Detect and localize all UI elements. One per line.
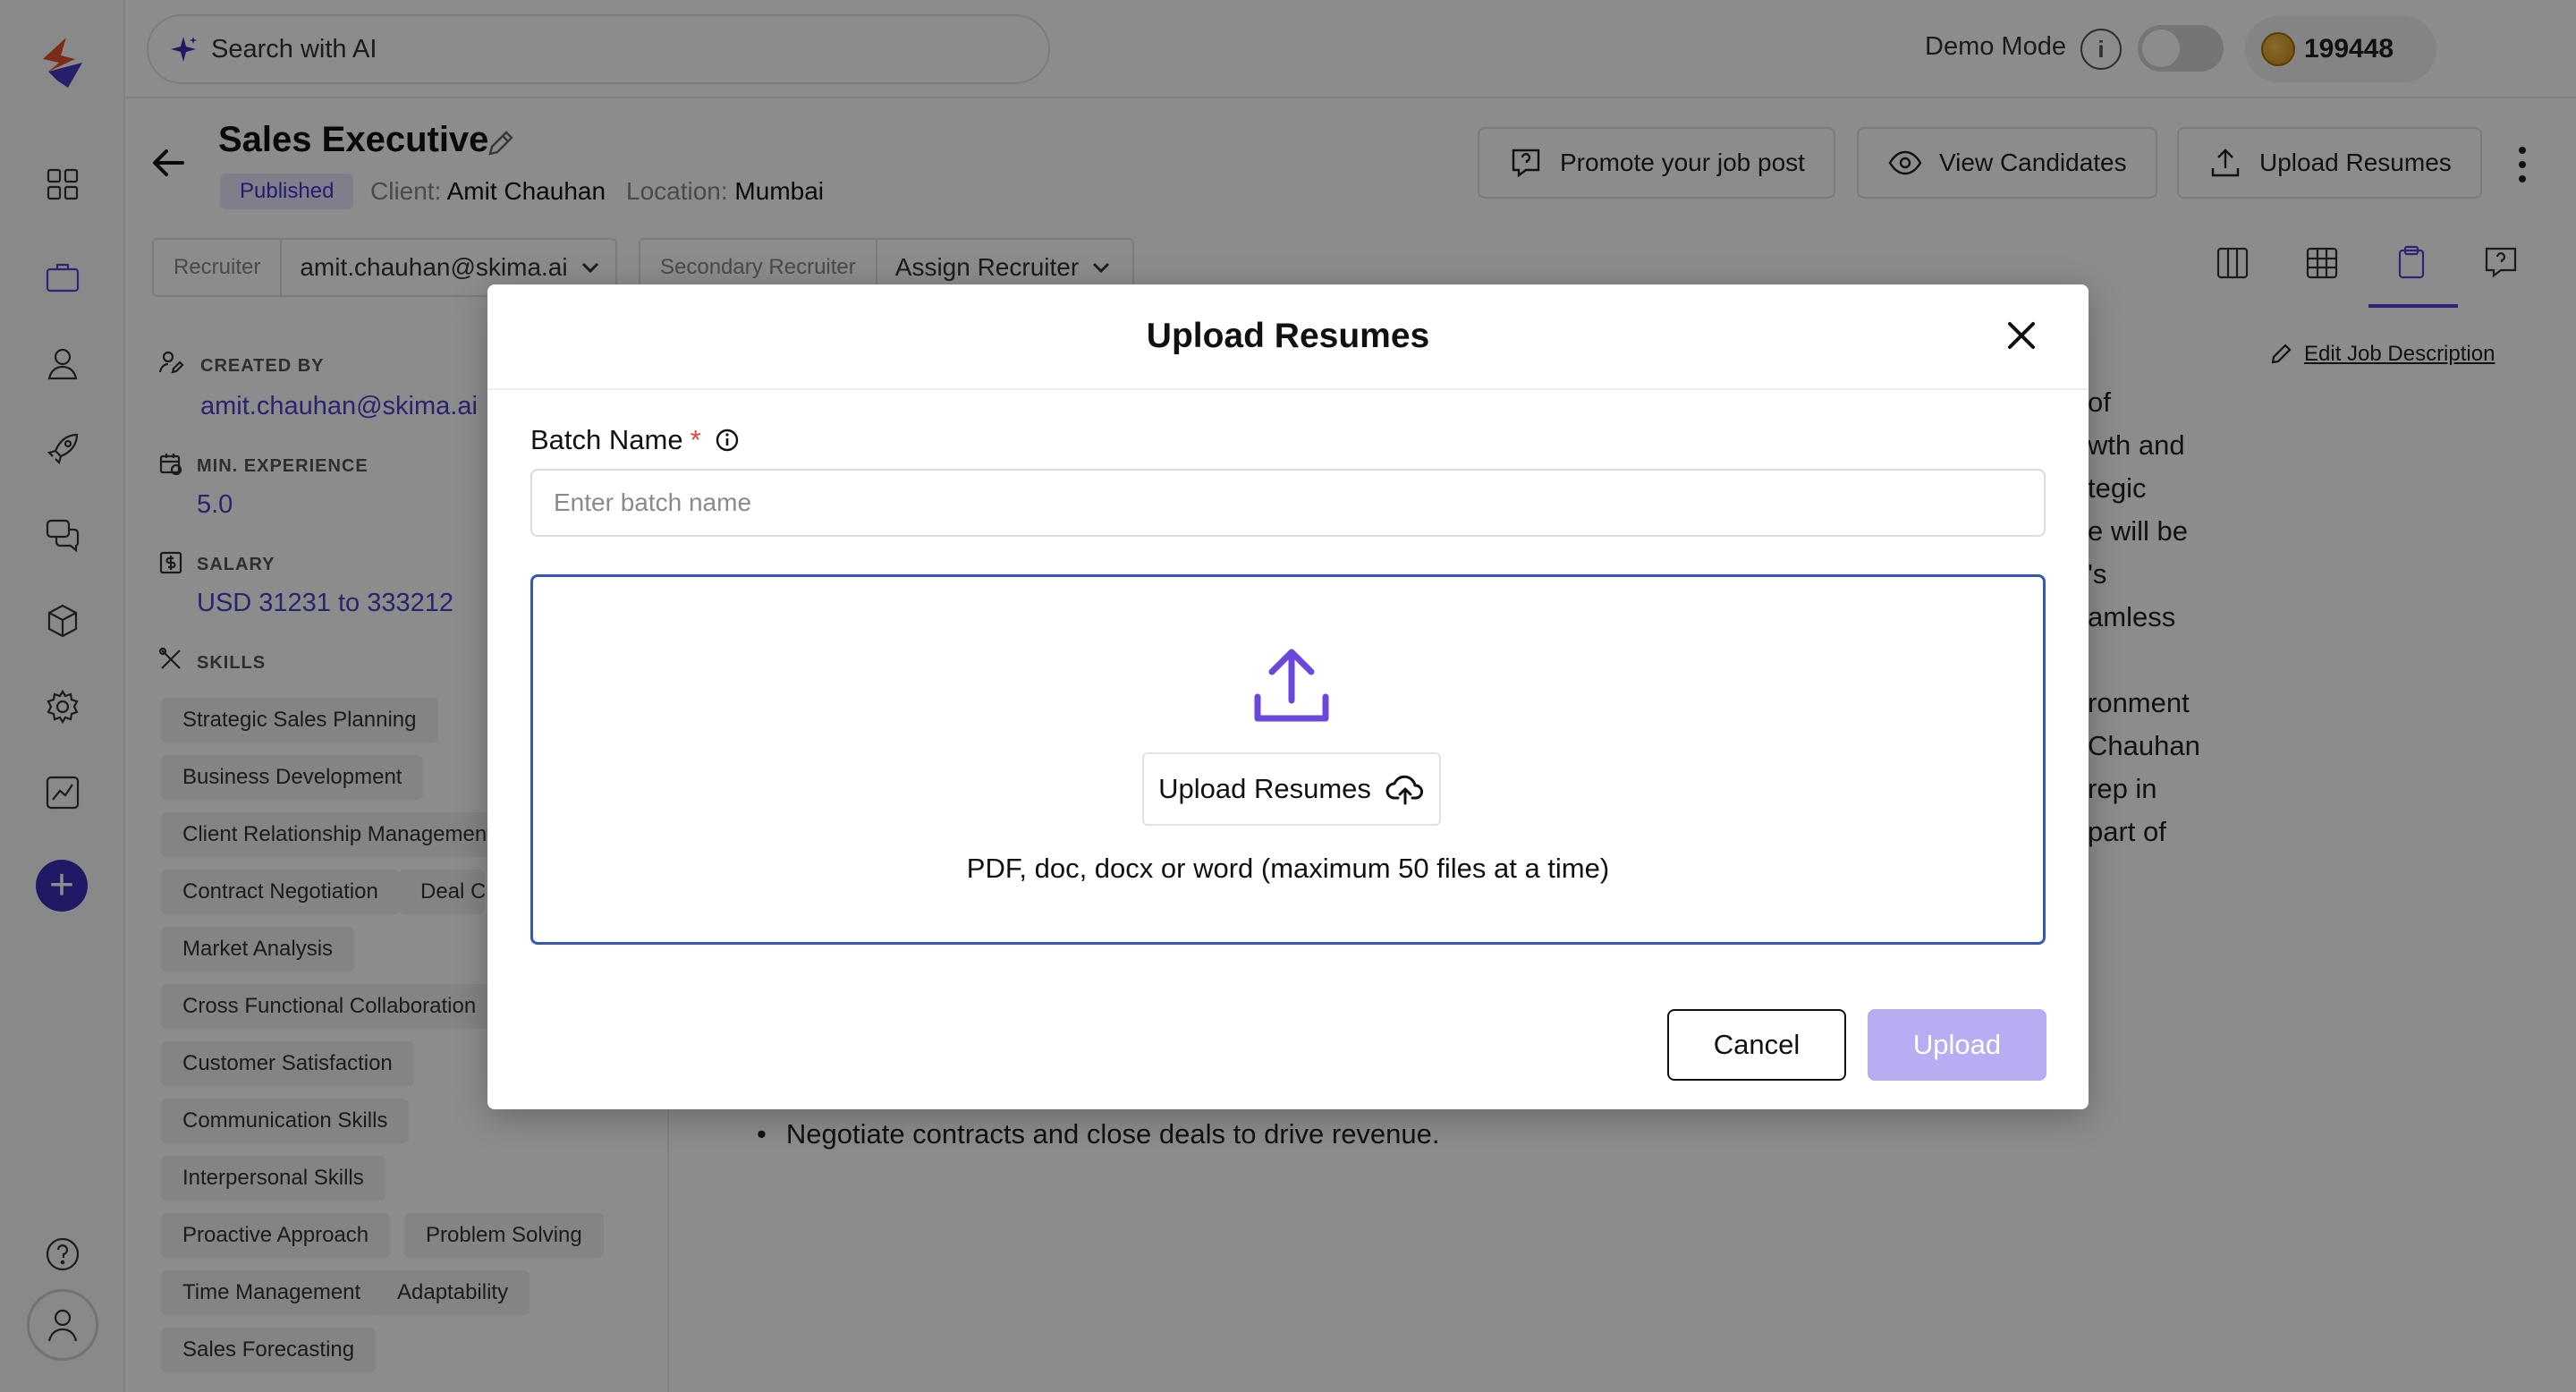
- required-asterisk: *: [690, 424, 701, 455]
- cancel-button[interactable]: Cancel: [1667, 1009, 1846, 1081]
- modal-title: Upload Resumes: [1146, 317, 1430, 355]
- batch-name-input[interactable]: [530, 469, 2046, 537]
- batch-name-label: Batch Name *: [530, 424, 741, 456]
- file-type-hint: PDF, doc, docx or word (maximum 50 files…: [966, 853, 1610, 884]
- upload-resumes-button[interactable]: Upload Resumes: [1142, 752, 1441, 826]
- close-icon[interactable]: [2001, 315, 2042, 356]
- modal-header: Upload Resumes: [487, 284, 2089, 390]
- resume-dropzone[interactable]: Upload Resumes PDF, doc, docx or word (m…: [530, 574, 2046, 945]
- upload-submit-button[interactable]: Upload: [1868, 1009, 2046, 1081]
- upload-arrow-icon: [1247, 641, 1336, 731]
- cloud-upload-icon: [1385, 775, 1423, 805]
- info-icon[interactable]: [714, 427, 741, 454]
- upload-resumes-modal: Upload Resumes Batch Name* Upload Resume…: [487, 284, 2089, 1109]
